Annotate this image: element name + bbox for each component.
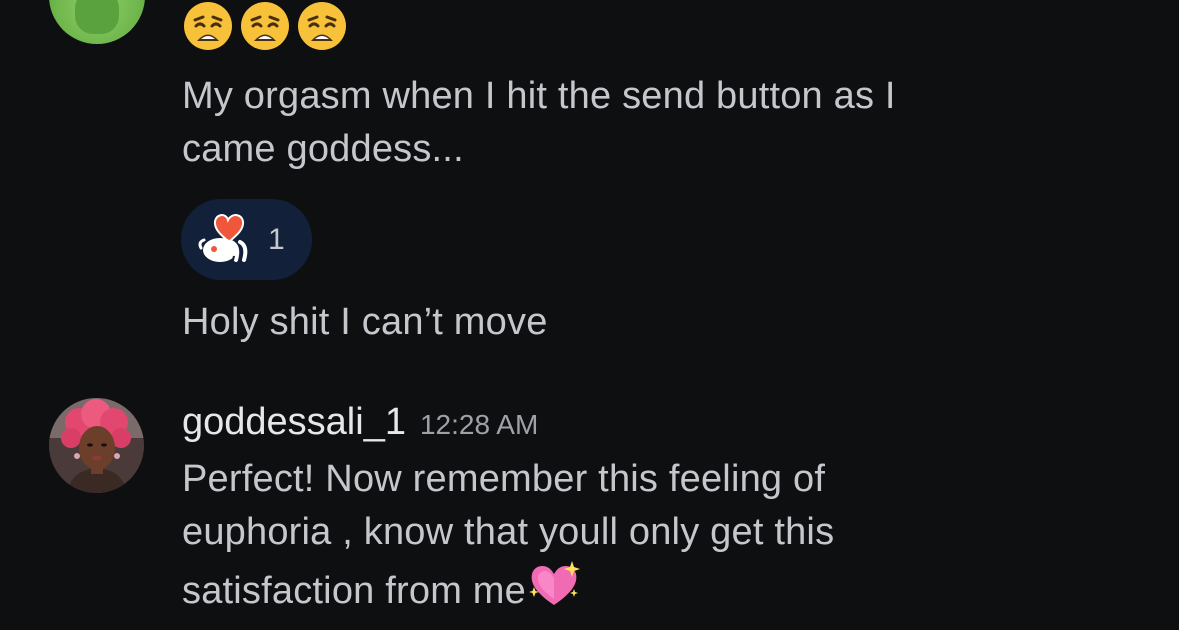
reaction-pill[interactable]: 1 (181, 199, 312, 280)
sparkling-heart-emoji-icon (529, 561, 580, 605)
goddessali-avatar[interactable] (49, 398, 144, 493)
avatar-figure (75, 0, 119, 34)
avatar-photo (49, 398, 144, 493)
username[interactable]: goddessali_1 (182, 401, 406, 444)
weary-face-emoji-icon (241, 2, 289, 50)
reply-header: goddessali_1 12:28 AM (182, 401, 538, 444)
sender-avatar[interactable] (49, 0, 145, 44)
reply-message-text: Perfect! Now remember this feeling of eu… (182, 458, 835, 612)
chat-thread: My orgasm when I hit the send button as … (0, 0, 1179, 630)
reply-message: Perfect! Now remember this feeling of eu… (182, 453, 834, 618)
emoji-message (182, 0, 348, 52)
weary-face-emoji-icon (298, 2, 346, 50)
reaction-count: 1 (268, 222, 285, 256)
followup-message-text: Holy shit I can’t move (182, 301, 548, 343)
weary-face-emoji-icon (184, 2, 232, 50)
timestamp: 12:28 AM (419, 409, 539, 440)
message-text: My orgasm when I hit the send button as … (182, 75, 896, 170)
reddit-snoo-heart-icon (198, 213, 248, 264)
